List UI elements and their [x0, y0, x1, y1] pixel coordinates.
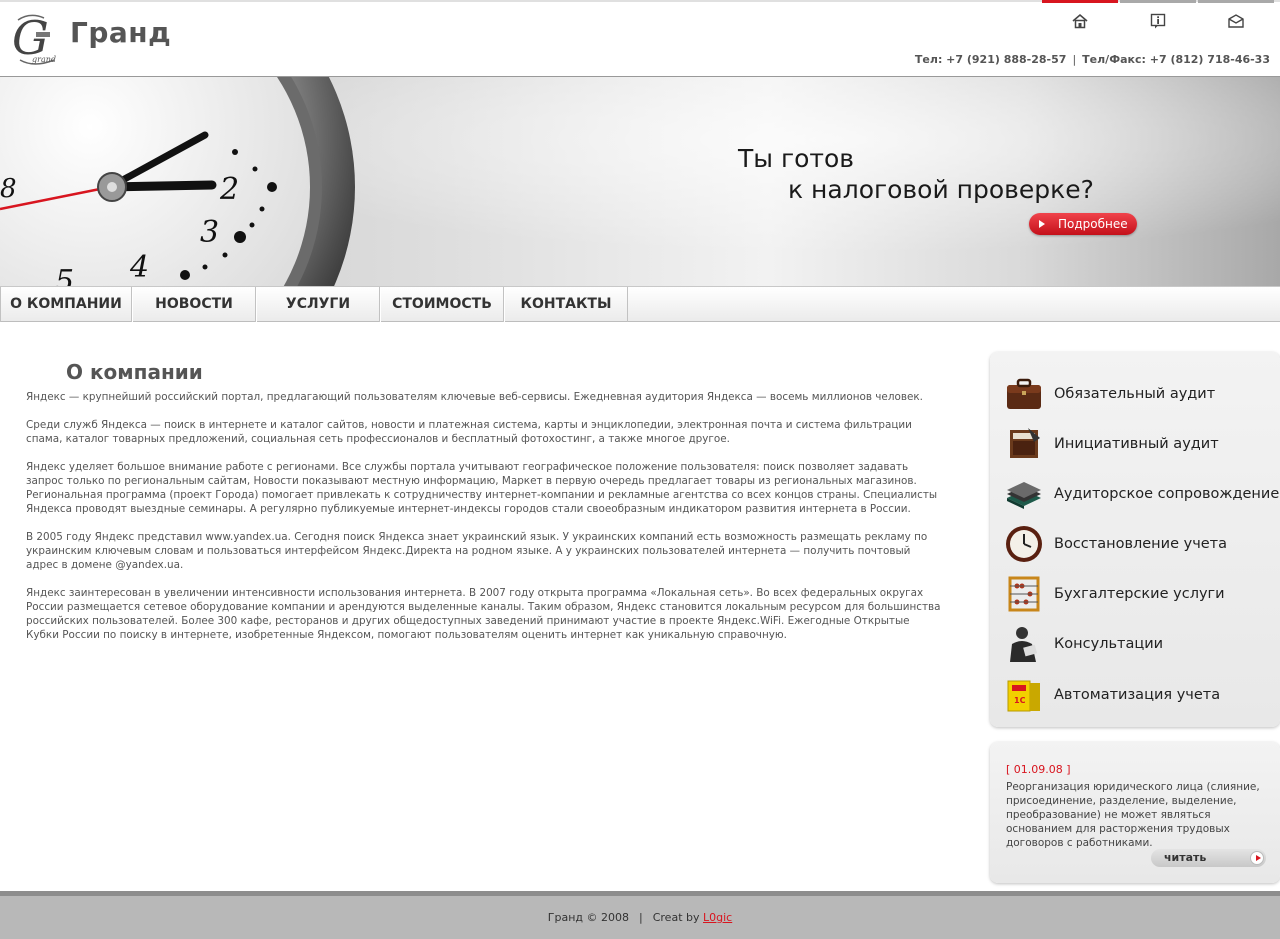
- service-item-accounting[interactable]: Бухгалтерские услуги: [1004, 574, 1225, 614]
- arrow-right-icon: [1039, 220, 1045, 228]
- home-icon: [1072, 13, 1088, 29]
- phones: Тел: +7 (921) 888-28-57 | Тел/Факс: +7 (81…: [915, 53, 1270, 66]
- logo-mark-icon: G grand: [12, 11, 56, 65]
- service-label: Консультации: [1054, 636, 1164, 652]
- more-button-label: Подробнее: [1058, 217, 1128, 231]
- clock-icon: [1006, 526, 1042, 562]
- logo-text: Гранд: [70, 15, 172, 49]
- svg-text:grand: grand: [32, 55, 56, 64]
- nav-item-contacts[interactable]: КОНТАКТЫ: [504, 287, 628, 322]
- clock-image: 2 3 4 5 8: [0, 77, 355, 286]
- footer-separator: |: [639, 911, 643, 924]
- paragraph: Яндекс заинтересован в увеличении интенс…: [26, 587, 941, 641]
- read-more-button[interactable]: читать: [1151, 849, 1266, 867]
- news-panel: [ 01.09.08 ] Реорганизация юридического …: [990, 742, 1280, 883]
- banner-title-line1: Ты готов: [738, 144, 854, 173]
- paragraph: Яндекс уделяет большое внимание работе с…: [26, 461, 938, 515]
- services-panel: Обязательный аудит Инициативный аудит Ау…: [990, 352, 1280, 727]
- main-nav: О КОМПАНИИ НОВОСТИ УСЛУГИ СТОИМОСТЬ КОНТ…: [0, 286, 1280, 322]
- service-item-initiative-audit[interactable]: Инициативный аудит: [1004, 424, 1219, 464]
- footer-copyright: Гранд © 2008: [547, 911, 629, 924]
- books-icon: [1007, 482, 1041, 509]
- footer-created-by: Creat by: [652, 911, 700, 924]
- footer-text: Гранд © 2008 | Creat by L0gic: [0, 911, 1280, 924]
- svg-text:4: 4: [129, 250, 149, 285]
- info-button[interactable]: [1120, 0, 1196, 34]
- more-button[interactable]: Подробнее: [1029, 213, 1137, 235]
- arrow-right-icon: [1250, 851, 1264, 865]
- paragraph: Яндекс — крупнейший российский портал, п…: [26, 391, 923, 403]
- nav-item-news[interactable]: НОВОСТИ: [132, 287, 256, 322]
- news-text: Реорганизация юридического лица (слияние…: [1006, 781, 1260, 849]
- svg-text:2: 2: [219, 172, 239, 207]
- main-content: О компании Яндекс — крупнейший российски…: [26, 360, 941, 656]
- phone-1: Тел: +7 (921) 888-28-57: [914, 53, 1067, 66]
- banner-title: Ты готов к налоговой проверке?: [738, 143, 1094, 205]
- service-label: Инициативный аудит: [1054, 436, 1219, 452]
- footer: Гранд © 2008 | Creat by L0gic: [0, 891, 1280, 939]
- consultant-icon: [1010, 627, 1038, 662]
- service-item-consultations[interactable]: Консультации: [1004, 624, 1163, 664]
- briefcase-icon: [1007, 378, 1041, 409]
- phone-2: Тел/Факс: +7 (812) 718-46-33: [1082, 53, 1270, 66]
- service-item-mandatory-audit[interactable]: Обязательный аудит: [1004, 374, 1215, 414]
- phone-separator: |: [1072, 53, 1077, 66]
- info-icon: [1150, 13, 1166, 29]
- mail-icon: [1228, 14, 1244, 28]
- logo[interactable]: G grand Гранд: [10, 10, 171, 66]
- home-button[interactable]: [1042, 0, 1118, 34]
- page: G grand Гранд Тел: +7 (921) 888-28-57 | …: [0, 0, 1280, 939]
- service-label: Аудиторское сопровождение: [1054, 486, 1280, 502]
- news-date: [ 01.09.08 ]: [1006, 763, 1071, 776]
- read-more-label: читать: [1164, 851, 1207, 864]
- svg-text:3: 3: [200, 215, 219, 250]
- svg-text:8: 8: [0, 174, 17, 204]
- nav-item-about[interactable]: О КОМПАНИИ: [0, 287, 132, 322]
- page-title: О компании: [66, 360, 203, 384]
- svg-text:1С: 1С: [1014, 696, 1026, 705]
- paragraph: Среди служб Яндекса — поиск в интернете …: [26, 419, 912, 445]
- service-label: Восстановление учета: [1054, 536, 1228, 552]
- paragraph: В 2005 году Яндекс представил www.yandex…: [26, 531, 928, 571]
- service-item-automation[interactable]: 1С Автоматизация учета: [1004, 675, 1220, 715]
- banner-title-line2: к налоговой проверке?: [788, 175, 1094, 204]
- service-label: Автоматизация учета: [1054, 687, 1221, 703]
- folder-icon: [1010, 428, 1040, 458]
- software-box-icon: 1С: [1007, 680, 1040, 712]
- top-icons: [1042, 0, 1274, 34]
- svg-text:5: 5: [55, 264, 74, 286]
- abacus-icon: [1008, 576, 1040, 612]
- service-label: Обязательный аудит: [1054, 386, 1216, 402]
- service-label: Бухгалтерские услуги: [1054, 586, 1225, 602]
- nav-item-services[interactable]: УСЛУГИ: [256, 287, 380, 322]
- mail-button[interactable]: [1198, 0, 1274, 34]
- service-item-audit-support[interactable]: Аудиторское сопровождение: [1004, 474, 1279, 514]
- service-item-restoration[interactable]: Восстановление учета: [1004, 524, 1227, 564]
- banner: 2 3 4 5 8 Ты готов к налоговой проверке?: [0, 76, 1280, 286]
- nav-item-prices[interactable]: СТОИМОСТЬ: [380, 287, 504, 322]
- footer-author-link[interactable]: L0gic: [703, 911, 732, 924]
